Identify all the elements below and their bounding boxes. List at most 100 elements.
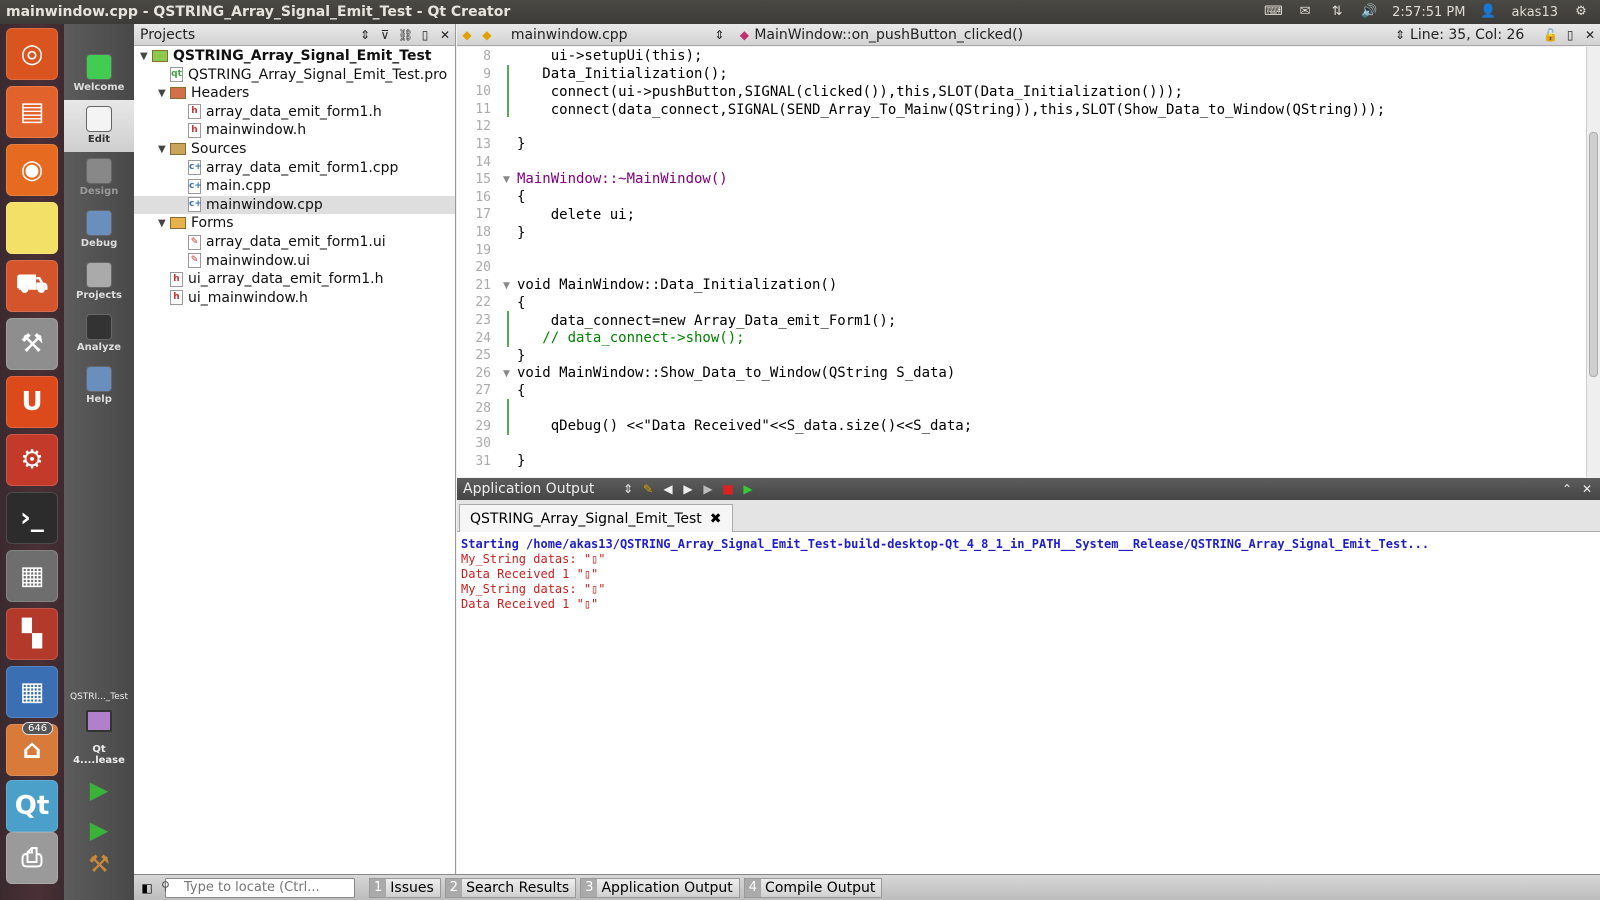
expand-arrow-icon[interactable]: ▼ <box>158 218 170 229</box>
gear-icon[interactable]: ⚙ <box>1572 5 1590 19</box>
back-arrow-icon[interactable]: ◆ <box>460 28 474 42</box>
tree-item[interactable]: h mainwindow.h <box>134 121 455 139</box>
tree-item[interactable]: c+ main.cpp <box>134 177 455 195</box>
mode-welcome[interactable]: Welcome <box>64 48 134 100</box>
calculator-icon[interactable]: ▦ <box>6 550 58 602</box>
lock-icon[interactable]: 🔓 <box>1543 28 1558 42</box>
workspace-switcher-icon[interactable]: ▚ <box>6 608 58 660</box>
next-icon[interactable]: ▶ <box>681 482 695 496</box>
stop-icon[interactable]: ■ <box>721 482 735 496</box>
mode-design[interactable]: Design <box>64 152 134 204</box>
project-icon <box>152 50 168 62</box>
scrollbar-thumb[interactable] <box>1589 132 1598 377</box>
expand-arrow-icon[interactable]: ▼ <box>158 88 170 99</box>
tree-item[interactable]: ▼ QSTRING_Array_Signal_Emit_Test <box>134 47 455 65</box>
mode-projects[interactable]: Projects <box>64 256 134 308</box>
fold-marker-icon[interactable]: ▼ <box>503 281 510 291</box>
combo-arrows-icon[interactable]: ⇕ <box>1393 28 1407 42</box>
mode-debug[interactable]: Debug <box>64 204 134 256</box>
mode-help[interactable]: Help <box>64 360 134 412</box>
cursor-position[interactable]: Line: 35, Col: 26 <box>1410 27 1539 43</box>
kit-config-label[interactable]: Qt 4....lease <box>66 744 132 766</box>
tree-item[interactable]: h ui_mainwindow.h <box>134 289 455 307</box>
tree-item[interactable]: qt QSTRING_Array_Signal_Emit_Test.pro <box>134 66 455 84</box>
editor-scrollbar[interactable] <box>1586 47 1600 477</box>
files-icon[interactable]: ▤ <box>6 86 58 138</box>
link-icon[interactable]: ⛓ <box>398 28 413 42</box>
pane-button-issues[interactable]: 1 Issues <box>369 877 441 898</box>
dropdown-arrows-icon[interactable]: ⇕ <box>358 28 372 42</box>
spreadsheet-icon[interactable]: ▦ <box>6 666 58 718</box>
tree-item[interactable]: c+ mainwindow.cpp <box>134 195 455 214</box>
terminal-icon[interactable]: ›_ <box>6 492 58 544</box>
output-console[interactable]: Starting /home/akas13/QSTRING_Array_Sign… <box>457 532 1600 874</box>
build-hammer-icon[interactable]: ⚒ <box>84 850 114 878</box>
attach-debugger-icon[interactable]: ▶ <box>741 482 755 496</box>
split-icon[interactable]: ▯ <box>1563 28 1577 42</box>
projects-pane-title[interactable]: Projects <box>140 27 355 43</box>
combo-arrows-icon[interactable]: ⇕ <box>621 482 635 496</box>
code-editor[interactable]: 8 9 10 11 12 13 14 15 ▼ 16 17 18 19 20 21 ▼ 22 23 24 25 26 ▼ 2… <box>457 47 1600 477</box>
pane-button-search-results[interactable]: 2 Search Results <box>444 877 577 898</box>
line-number: 14 <box>475 154 491 170</box>
mail-icon[interactable]: ✉ <box>1296 5 1314 19</box>
maximize-icon[interactable]: ⌃ <box>1560 482 1574 496</box>
volume-icon[interactable]: 🔊 <box>1360 5 1378 19</box>
ubuntu-logo-icon[interactable]: ◎ <box>6 28 58 80</box>
target-device-icon[interactable] <box>86 710 112 732</box>
toggle-sidebar-icon[interactable]: ◧ <box>140 881 154 895</box>
combo-arrows-icon[interactable]: ⇕ <box>713 28 727 42</box>
keyboard-icon[interactable]: ⌨ <box>1264 5 1283 19</box>
close-icon[interactable]: ✕ <box>1580 482 1594 496</box>
badge-count: 646 <box>22 722 54 735</box>
mode-analyze[interactable]: Analyze <box>64 308 134 360</box>
change-marker <box>507 311 509 347</box>
file-combo[interactable]: mainwindow.cpp <box>511 27 710 43</box>
debug-run-icon[interactable]: ▶ <box>84 816 114 844</box>
filter-icon[interactable]: ⊽ <box>378 28 392 42</box>
prev-icon[interactable]: ◀ <box>661 482 675 496</box>
expand-arrow-icon[interactable]: ▼ <box>140 51 152 62</box>
pane-button-compile-output[interactable]: 4 Compile Output <box>743 877 883 898</box>
close-icon[interactable]: ✕ <box>438 28 452 42</box>
fold-marker-icon[interactable]: ▼ <box>503 369 510 379</box>
expand-arrow-icon[interactable]: ▼ <box>158 144 170 155</box>
tree-item[interactable]: h array_data_emit_form1.h <box>134 103 455 121</box>
tree-item[interactable]: ✎ mainwindow.ui <box>134 252 455 270</box>
notes-icon[interactable] <box>6 202 58 254</box>
settings-icon[interactable]: ⚙ <box>6 434 58 486</box>
clock[interactable]: 2:57:51 PM <box>1392 5 1465 20</box>
split-icon[interactable]: ▯ <box>418 28 432 42</box>
ubuntu-one-icon[interactable]: U <box>6 376 58 428</box>
printer-icon[interactable]: ⎙ <box>6 832 58 884</box>
run-icon[interactable]: ▶ <box>84 776 114 804</box>
tree-item[interactable]: c+ array_data_emit_form1.cpp <box>134 159 455 177</box>
function-combo[interactable]: MainWindow::on_pushButton_clicked() <box>754 27 1390 43</box>
tree-item[interactable]: ▼ Sources <box>134 140 455 158</box>
fold-marker-icon[interactable]: ▼ <box>503 175 510 185</box>
locator-input[interactable] <box>165 877 355 898</box>
network-icon[interactable]: ⇅ <box>1328 5 1346 19</box>
username[interactable]: akas13 <box>1511 5 1558 20</box>
forward-arrow-icon[interactable]: ◆ <box>480 28 494 42</box>
mode-edit[interactable]: Edit <box>64 100 134 152</box>
kit-project-label[interactable]: QSTRI..._Test <box>66 692 132 702</box>
software-center-icon[interactable]: ⛟ <box>6 260 58 312</box>
pane-button-application-output[interactable]: 3 Application Output <box>580 877 740 898</box>
output-pane-title[interactable]: Application Output <box>463 481 618 497</box>
tree-item[interactable]: ✎ array_data_emit_form1.ui <box>134 233 455 251</box>
qtcreator-icon[interactable]: Qt <box>6 780 58 832</box>
tree-item[interactable]: ▼ Forms <box>134 214 455 232</box>
tree-item[interactable]: ▼ Headers <box>134 84 455 102</box>
system-tools-icon[interactable]: ⚒ <box>6 318 58 370</box>
line-number: 25 <box>475 348 491 364</box>
run-icon[interactable]: ▶ <box>701 482 715 496</box>
tree-item[interactable]: h ui_array_data_emit_form1.h <box>134 270 455 288</box>
clear-icon[interactable]: ✎ <box>641 482 655 496</box>
firefox-icon[interactable]: ◉ <box>6 144 58 196</box>
close-icon[interactable]: ✕ <box>1583 28 1597 42</box>
close-tab-icon[interactable]: ✖ <box>710 511 722 527</box>
line-number: 15 <box>475 172 491 188</box>
output-tab[interactable]: QSTRING_Array_Signal_Emit_Test ✖ <box>459 504 733 532</box>
line-number: 18 <box>475 225 491 240</box>
